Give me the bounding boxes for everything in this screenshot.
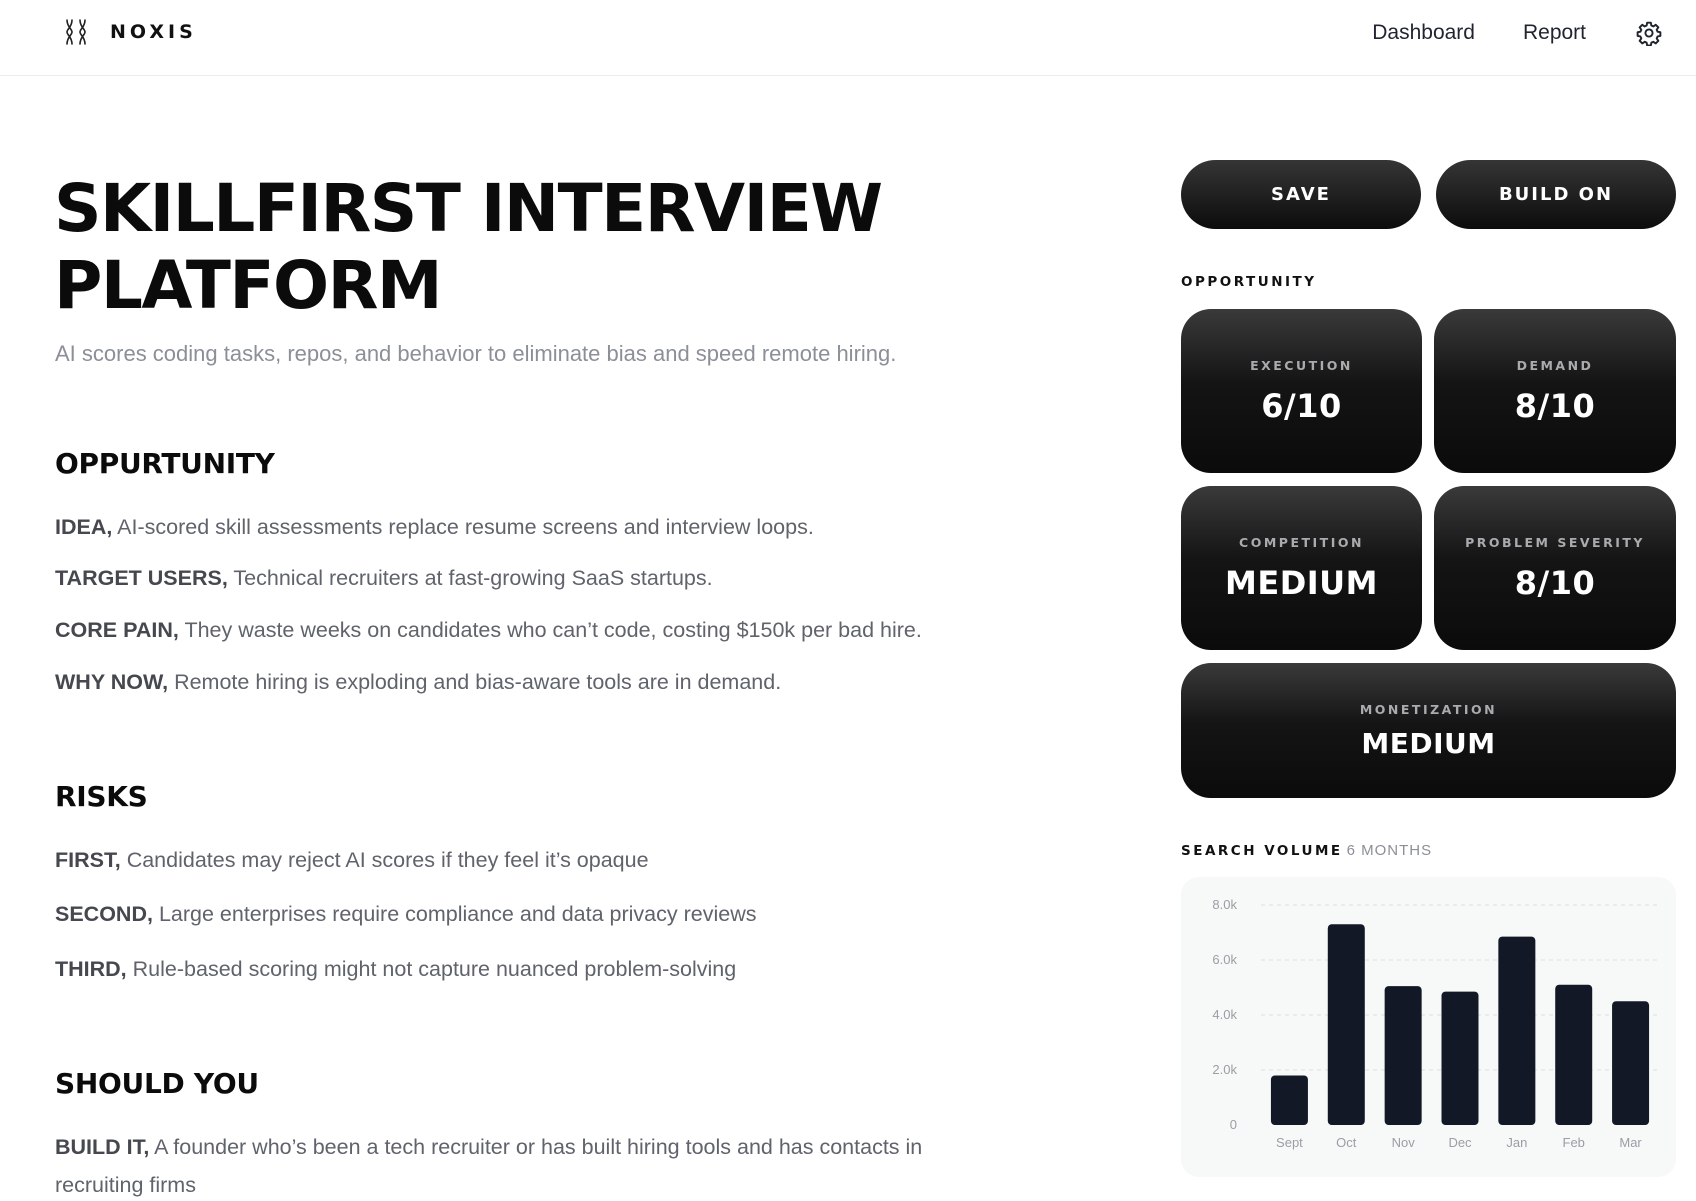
search-volume-title: SEARCH VOLUME	[1181, 843, 1343, 859]
risk-second-label: SECOND,	[55, 902, 153, 926]
risk-second: SECOND, Large enterprises require compli…	[55, 895, 995, 933]
opportunity-heading: OPPURTUNITY	[55, 447, 275, 480]
nav-dashboard-link[interactable]: Dashboard	[1372, 18, 1475, 48]
opportunity-panel-heading: OPPORTUNITY	[1181, 274, 1317, 290]
page-title: SKILLFIRST INTERVIEW PLATFORM	[54, 170, 883, 324]
execution-value: 6/10	[1261, 386, 1342, 425]
bar-chart-svg: 0 2.0k 4.0k 6.0k 8.0k Sept Oct Nov Dec Jan Feb Mar	[1212, 897, 1659, 1150]
y-tick-label: 6.0k	[1212, 952, 1237, 967]
y-tick-label: 4.0k	[1212, 1007, 1237, 1022]
idea-label: IDEA,	[55, 515, 113, 539]
competition-value: MEDIUM	[1225, 563, 1378, 602]
page-subtitle: AI scores coding tasks, repos, and behav…	[55, 341, 897, 366]
should-you-heading: SHOULD YOU	[55, 1067, 259, 1100]
monetization-label: MONETIZATION	[1359, 701, 1498, 717]
bar-dec[interactable]	[1441, 991, 1479, 1125]
x-tick-label: Mar	[1619, 1135, 1642, 1150]
why-now-text: Remote hiring is exploding and bias-awar…	[174, 670, 782, 694]
risk-first-label: FIRST,	[55, 848, 121, 872]
risk-first-text: Candidates may reject AI scores if they …	[126, 848, 649, 872]
x-tick-label: Nov	[1392, 1135, 1416, 1150]
risk-third-label: THIRD,	[55, 957, 127, 981]
competition-card: COMPETITION MEDIUM	[1181, 486, 1422, 650]
idea-text: AI-scored skill assessments replace resu…	[117, 515, 814, 539]
target-users-label: TARGET USERS,	[55, 566, 228, 590]
y-tick-label: 2.0k	[1212, 1062, 1237, 1077]
core-pain-label: CORE PAIN,	[55, 618, 179, 642]
settings-gear-icon[interactable]	[1636, 20, 1662, 46]
problem-severity-card: PROBLEM SEVERITY 8/10	[1434, 486, 1676, 650]
build-on-button[interactable]: BUILD ON	[1436, 160, 1676, 229]
why-now-label: WHY NOW,	[55, 670, 169, 694]
bar-jan[interactable]	[1498, 936, 1536, 1125]
top-navbar: NOXIS Dashboard Report	[0, 0, 1696, 76]
search-volume-period: 6 MONTHS	[1346, 842, 1433, 859]
risk-second-text: Large enterprises require compliance and…	[158, 902, 757, 926]
brand-name: NOXIS	[110, 21, 197, 43]
nav-report-link[interactable]: Report	[1523, 18, 1586, 48]
core-pain-text: They waste weeks on candidates who can’t…	[184, 618, 922, 642]
search-volume-chart: 0 2.0k 4.0k 6.0k 8.0k Sept Oct Nov Dec Jan Feb Mar	[1181, 877, 1676, 1177]
opportunity-why-now: WHY NOW, Remote hiring is exploding and …	[55, 663, 995, 701]
bar-mar[interactable]	[1612, 1001, 1650, 1125]
monetization-card: MONETIZATION MEDIUM	[1181, 663, 1676, 798]
demand-label: DEMAND	[1516, 357, 1594, 373]
execution-card: EXECUTION 6/10	[1181, 309, 1422, 473]
x-tick-label: Dec	[1448, 1135, 1472, 1150]
x-tick-label: Sept	[1276, 1135, 1303, 1150]
build-it-text: A founder who’s been a tech recruiter or…	[55, 1135, 923, 1197]
bar-oct[interactable]	[1327, 924, 1365, 1125]
competition-label: COMPETITION	[1239, 534, 1364, 550]
x-tick-label: Jan	[1506, 1135, 1527, 1150]
risk-third-text: Rule-based scoring might not capture nua…	[132, 957, 737, 981]
main-nav: Dashboard Report	[1372, 18, 1662, 48]
problem-severity-label: PROBLEM SEVERITY	[1465, 534, 1645, 550]
problem-severity-value: 8/10	[1514, 563, 1596, 602]
y-tick-label: 8.0k	[1212, 897, 1237, 912]
save-button[interactable]: SAVE	[1181, 160, 1421, 229]
bar-sept[interactable]	[1270, 1075, 1308, 1126]
build-it-label: BUILD IT,	[55, 1135, 150, 1159]
y-tick-label: 0	[1230, 1117, 1237, 1132]
brand[interactable]: NOXIS	[64, 18, 197, 46]
bar-nov[interactable]	[1384, 986, 1422, 1125]
demand-card: DEMAND 8/10	[1434, 309, 1676, 473]
monetization-value: MEDIUM	[1361, 726, 1496, 760]
x-tick-label: Feb	[1563, 1135, 1585, 1150]
opportunity-idea: IDEA, AI-scored skill assessments replac…	[55, 508, 995, 546]
search-volume-heading: SEARCH VOLUME 6 MONTHS	[1181, 842, 1432, 859]
bar-feb[interactable]	[1555, 984, 1593, 1125]
risks-heading: RISKS	[55, 780, 148, 813]
x-tick-label: Oct	[1336, 1135, 1357, 1150]
execution-label: EXECUTION	[1250, 357, 1353, 373]
opportunity-target-users: TARGET USERS, Technical recruiters at fa…	[55, 559, 995, 597]
noxis-logo-icon	[66, 19, 86, 45]
demand-value: 8/10	[1514, 386, 1596, 425]
should-you-build-it: BUILD IT, A founder who’s been a tech re…	[55, 1128, 1015, 1201]
target-users-text: Technical recruiters at fast-growing Saa…	[233, 566, 713, 590]
opportunity-core-pain: CORE PAIN, They waste weeks on candidate…	[55, 611, 995, 649]
risk-third: THIRD, Rule-based scoring might not capt…	[55, 950, 995, 988]
risk-first: FIRST, Candidates may reject AI scores i…	[55, 841, 995, 879]
